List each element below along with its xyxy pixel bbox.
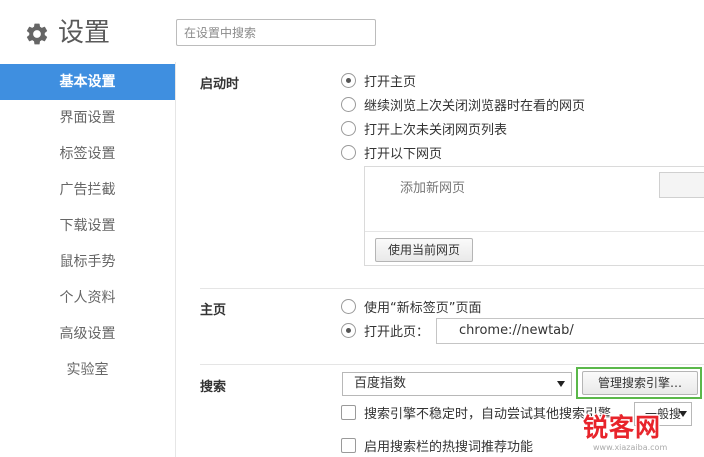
search-engine-select[interactable]: 百度指数 [342,372,572,396]
section-divider [200,288,704,289]
startup-option-continue[interactable]: 继续浏览上次关闭浏览器时在看的网页 [341,95,585,114]
manage-button-highlight: 管理搜索引擎… [576,367,702,399]
gear-icon [26,23,48,45]
homepage-option-open-page[interactable]: 打开此页： [341,321,429,340]
sidebar-item-download[interactable]: 下载设置 [0,208,175,244]
homepage-option-newtab[interactable]: 使用“新标签页”页面 [341,297,481,316]
homepage-section-label: 主页 [200,303,227,318]
sidebar-item-lab[interactable]: 实验室 [0,352,175,388]
radio-button[interactable] [341,322,356,338]
pagebox-divider [365,231,704,232]
search-section-label: 搜索 [200,380,227,395]
add-page-placeholder[interactable]: 添加新网页 [400,177,465,196]
search-hotwords-option[interactable]: 启用搜索栏的热搜词推荐功能 [341,436,533,455]
sidebar-divider [175,62,176,457]
startup-option-open-pages[interactable]: 打开以下网页 [341,143,442,162]
homepage-url-input[interactable]: chrome://newtab/ [436,318,704,344]
sidebar-item-interface[interactable]: 界面设置 [0,100,175,136]
checkbox[interactable] [341,437,356,453]
startup-pages-box: 添加新网页 使用当前网页 [364,166,704,266]
use-current-page-button[interactable]: 使用当前网页 [375,238,474,262]
startup-option-restore-list[interactable]: 打开上次未关闭网页列表 [341,119,507,138]
radio-button[interactable] [341,298,356,314]
radio-button[interactable] [341,120,356,136]
checkbox[interactable] [341,404,356,420]
radio-button[interactable] [341,96,356,112]
watermark-logo-text: 锐客网 [583,413,662,442]
chevron-down-icon [557,381,565,387]
manage-search-engines-button[interactable]: 管理搜索引擎… [582,371,698,395]
search-fallback-option[interactable]: 搜索引擎不稳定时，自动尝试其他搜索引擎 [341,403,611,422]
sidebar-item-tabs[interactable]: 标签设置 [0,136,175,172]
radio-button[interactable] [341,72,356,88]
site-watermark: 锐客网 www.xiazaiba.com [583,408,704,457]
sidebar-item-adblock[interactable]: 广告拦截 [0,172,175,208]
radio-button[interactable] [341,144,356,160]
sidebar-item-advanced[interactable]: 高级设置 [0,316,175,352]
sidebar-item-basic[interactable]: 基本设置 [0,64,175,100]
watermark-url: www.xiazaiba.com [593,443,668,452]
startup-option-homepage[interactable]: 打开主页 [341,71,416,90]
page-title: 设置 [58,18,111,48]
sidebar-item-mouse-gestures[interactable]: 鼠标手势 [0,244,175,280]
startup-section-label: 启动时 [200,77,240,92]
sidebar-item-profile[interactable]: 个人资料 [0,280,175,316]
settings-search-input[interactable] [176,19,376,46]
sidebar: 基本设置 界面设置 标签设置 广告拦截 下载设置 鼠标手势 个人资料 高级设置 … [0,62,176,457]
section-divider [200,364,704,365]
add-page-input[interactable] [659,172,704,198]
settings-header: 设置 [0,0,704,62]
